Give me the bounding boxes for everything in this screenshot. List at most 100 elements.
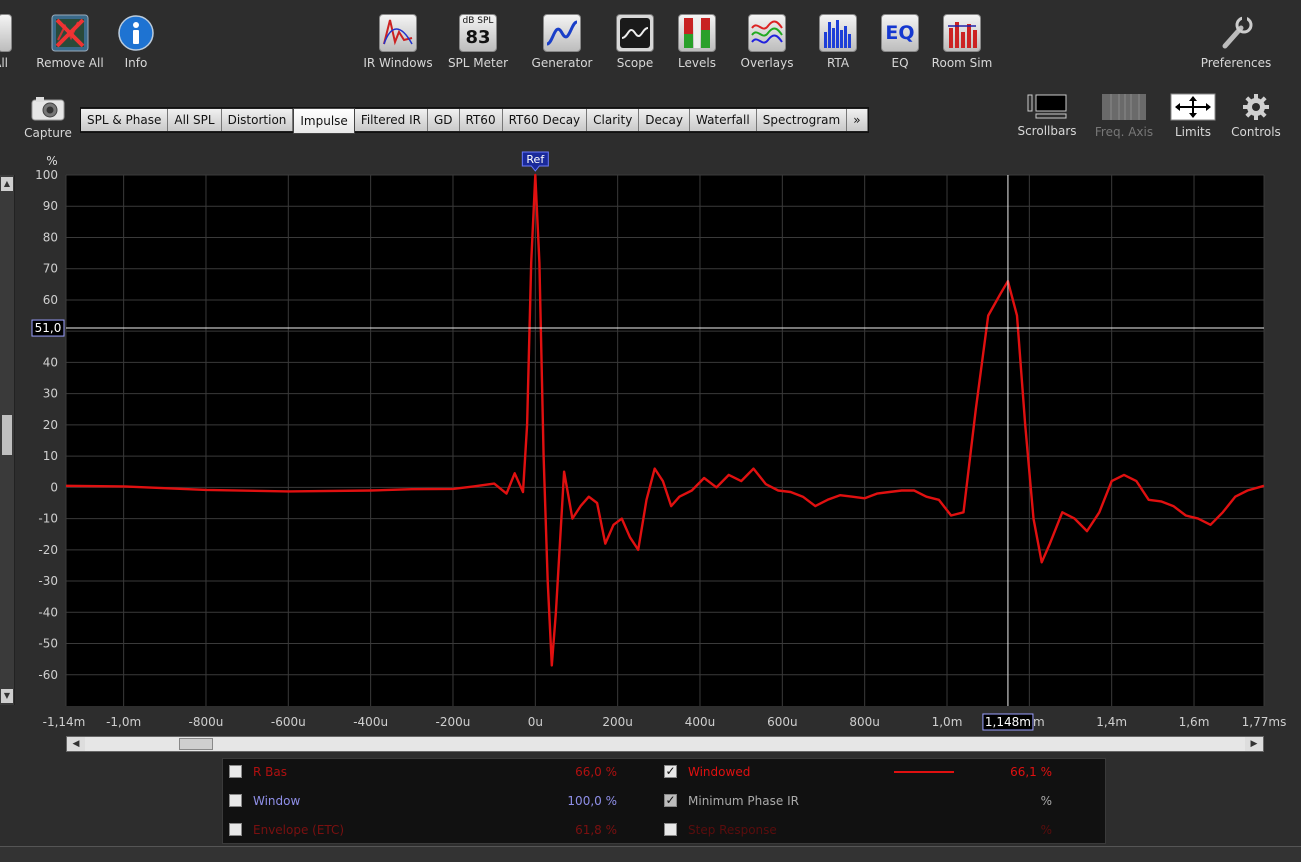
envelope-label: Envelope (ETC) [253, 823, 345, 837]
legend-row-min-phase[interactable]: ✓ Minimum Phase IR % [664, 790, 1064, 812]
cursor-y-readout: 51,0 [31, 319, 65, 337]
y-tick-label: -50 [38, 637, 58, 651]
all-icon [0, 14, 12, 52]
graph-tabs: SPL & Phase All SPL Distortion Impulse F… [80, 107, 869, 134]
legend-row-envelope[interactable]: Envelope (ETC) 61,8 % [229, 819, 625, 841]
y-tick-label: 10 [43, 449, 58, 463]
y-tick-label: -20 [38, 543, 58, 557]
ir-windows-icon [379, 14, 417, 52]
y-tick-label: -60 [38, 668, 58, 682]
y-tick-label: 60 [43, 293, 58, 307]
legend-row-r-bas[interactable]: R Bas 66,0 % [229, 761, 625, 783]
y-axis-unit: % [46, 154, 57, 168]
y-tick-label: 90 [43, 199, 58, 213]
scroll-right-icon[interactable]: ▶ [1245, 737, 1263, 751]
tab-spectrogram[interactable]: Spectrogram [756, 109, 848, 131]
min-phase-checkbox[interactable]: ✓ [664, 794, 677, 807]
impulse-chart-svg[interactable]: 1009080706050403020100-10-20-30-40-50-60… [0, 150, 1301, 735]
r-bas-value: 66,0 % [575, 765, 617, 779]
x-tick-label: -200u [436, 715, 471, 729]
overlays-icon [748, 14, 786, 52]
windowed-checkbox[interactable]: ✓ [664, 765, 677, 778]
plot-area[interactable] [66, 175, 1264, 706]
x-tick-label: 200u [602, 715, 633, 729]
wrench-icon [1217, 14, 1255, 52]
windowed-line-swatch [894, 771, 954, 773]
impulse-chart[interactable]: 1009080706050403020100-10-20-30-40-50-60… [0, 150, 1301, 735]
svg-text:51,0: 51,0 [35, 321, 62, 335]
limits-button[interactable]: Limits [1158, 93, 1228, 139]
ref-marker[interactable]: Ref [521, 151, 549, 172]
gear-icon [1241, 93, 1271, 121]
freq-axis-button: Freq. Axis [1089, 93, 1159, 139]
y-tick-label: 70 [43, 262, 58, 276]
y-tick-label: 80 [43, 230, 58, 244]
legend-row-step-response[interactable]: Step Response % [664, 819, 1064, 841]
y-tick-label: 100 [35, 168, 58, 182]
horizontal-scroll-thumb[interactable] [179, 738, 213, 750]
remove-all-button[interactable]: Remove All [33, 14, 107, 70]
horizontal-scrollbar[interactable]: ◀ ▶ [66, 736, 1264, 752]
x-tick-label: -1,0m [106, 715, 141, 729]
y-tick-label: 0 [50, 480, 58, 494]
levels-icon [678, 14, 716, 52]
x-tick-label: -800u [189, 715, 224, 729]
x-tick-label: 1,0m [932, 715, 963, 729]
scrollbars-icon [1024, 93, 1070, 119]
legend-row-window[interactable]: Window 100,0 % [229, 790, 625, 812]
tab-decay[interactable]: Decay [639, 109, 690, 131]
r-bas-checkbox[interactable] [229, 765, 242, 778]
generator-button[interactable]: Generator [525, 14, 599, 70]
tab-spl-phase[interactable]: SPL & Phase [81, 109, 169, 131]
y-tick-label: -30 [38, 574, 58, 588]
levels-button[interactable]: Levels [660, 14, 734, 70]
x-tick-label: 600u [767, 715, 798, 729]
window-value: 100,0 % [567, 794, 617, 808]
envelope-checkbox[interactable] [229, 823, 242, 836]
room-sim-button[interactable]: Room Sim [925, 14, 999, 70]
windowed-value: 66,1 % [1010, 765, 1052, 779]
x-tick-label: 1,77ms [1242, 715, 1287, 729]
overlays-button[interactable]: Overlays [730, 14, 804, 70]
scroll-left-icon[interactable]: ◀ [67, 737, 85, 751]
ir-windows-button[interactable]: IR Windows [361, 14, 435, 70]
spl-meter-button[interactable]: dB SPL 83 SPL Meter [441, 14, 515, 70]
tab-waterfall[interactable]: Waterfall [689, 109, 757, 131]
preferences-button[interactable]: Preferences [1199, 14, 1273, 70]
envelope-value: 61,8 % [575, 823, 617, 837]
step-response-checkbox[interactable] [664, 823, 677, 836]
tab-all-spl[interactable]: All SPL [168, 109, 222, 131]
step-response-value: % [1040, 823, 1052, 837]
tab-clarity[interactable]: Clarity [587, 109, 640, 131]
info-icon [117, 14, 155, 52]
r-bas-label: R Bas [253, 765, 287, 779]
legend-row-windowed[interactable]: ✓ Windowed 66,1 % [664, 761, 1064, 783]
controls-button[interactable]: Controls [1221, 93, 1291, 139]
x-tick-label: -1,14m [43, 715, 86, 729]
tab-rt60-decay[interactable]: RT60 Decay [502, 109, 588, 131]
tab-filtered-ir[interactable]: Filtered IR [354, 109, 428, 131]
capture-button[interactable]: Capture [11, 94, 85, 140]
all-button[interactable]: All [0, 14, 18, 70]
rta-icon [819, 14, 857, 52]
spl-meter-icon: dB SPL 83 [459, 14, 497, 52]
window-checkbox[interactable] [229, 794, 242, 807]
y-tick-label: -40 [38, 605, 58, 619]
svg-text:1,148m: 1,148m [985, 715, 1031, 729]
cursor-x-readout: 1,148m [982, 713, 1034, 731]
y-tick-label: -10 [38, 512, 58, 526]
tab-impulse[interactable]: Impulse [293, 108, 355, 134]
tab-more[interactable]: » [847, 109, 868, 131]
scrollbars-button[interactable]: Scrollbars [1012, 93, 1082, 138]
info-button[interactable]: Info [99, 14, 173, 70]
tab-gd[interactable]: GD [427, 109, 460, 131]
y-tick-label: 40 [43, 355, 58, 369]
eq-icon: EQ [881, 14, 919, 52]
x-tick-label: 400u [685, 715, 716, 729]
remove-all-icon [51, 14, 89, 52]
svg-text:Ref: Ref [526, 153, 545, 166]
tab-rt60[interactable]: RT60 [459, 109, 503, 131]
room-sim-icon [943, 14, 981, 52]
tab-distortion[interactable]: Distortion [221, 109, 294, 131]
step-response-label: Step Response [688, 823, 777, 837]
